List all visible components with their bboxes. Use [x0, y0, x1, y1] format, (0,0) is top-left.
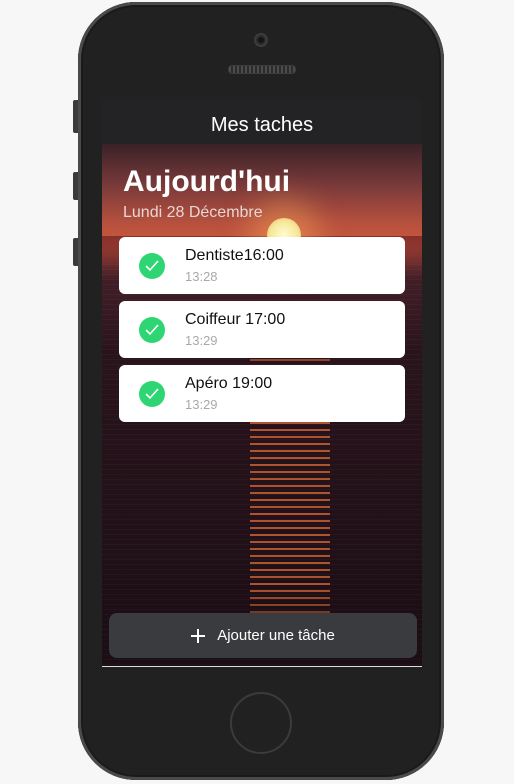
- task-name: Coiffeur 17:00: [185, 311, 286, 328]
- screen-divider: [102, 666, 422, 667]
- task-time: 13:29: [185, 397, 218, 412]
- add-task-button[interactable]: Ajouter une tâche: [109, 613, 417, 658]
- app-screen: Mes taches Aujourd'hui Lundi 28 Décembre…: [102, 100, 422, 666]
- camera-icon: [254, 33, 268, 47]
- task-list: Dentiste16:00 13:28 Coiffeur 17:00 13:29…: [119, 237, 405, 429]
- volume-down-button: [73, 238, 78, 266]
- check-icon[interactable]: [139, 317, 165, 343]
- task-name: Apéro 19:00: [185, 375, 273, 392]
- home-button[interactable]: [230, 692, 292, 754]
- task-item[interactable]: Apéro 19:00 13:29: [119, 365, 405, 422]
- date-subtitle: Lundi 28 Décembre: [123, 204, 263, 221]
- task-time: 13:28: [185, 269, 218, 284]
- task-item[interactable]: Coiffeur 17:00 13:29: [119, 301, 405, 358]
- mute-switch: [73, 100, 78, 133]
- task-time: 13:29: [185, 333, 218, 348]
- check-icon[interactable]: [139, 381, 165, 407]
- speaker-grille: [228, 65, 296, 74]
- volume-up-button: [73, 172, 78, 200]
- header-title: Mes taches: [210, 114, 314, 136]
- check-icon[interactable]: [139, 253, 165, 279]
- add-task-label: Ajouter une tâche: [217, 627, 335, 644]
- page-title: Aujourd'hui: [123, 165, 291, 198]
- plus-icon: [191, 628, 206, 643]
- task-item[interactable]: Dentiste16:00 13:28: [119, 237, 405, 294]
- sunset-background: Aujourd'hui Lundi 28 Décembre Dentiste16…: [102, 144, 422, 666]
- task-name: Dentiste16:00: [185, 247, 284, 264]
- app-header: Mes taches: [102, 100, 422, 144]
